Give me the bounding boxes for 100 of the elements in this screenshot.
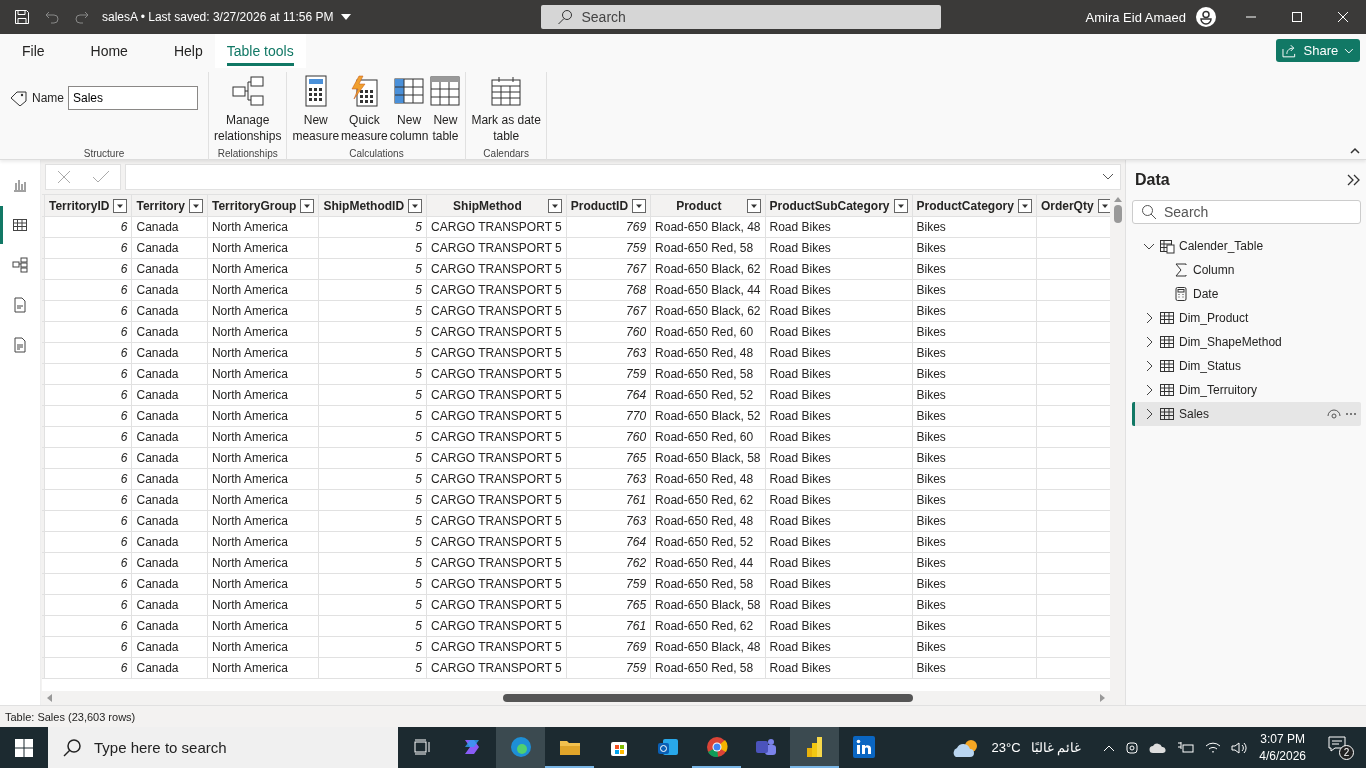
temperature[interactable]: 23°C bbox=[991, 740, 1021, 755]
tree-item[interactable]: Dim_Product bbox=[1132, 306, 1361, 330]
tree-item[interactable]: Sales bbox=[1132, 402, 1361, 426]
battery-icon[interactable] bbox=[1177, 740, 1196, 755]
column-header[interactable]: ShipMethod bbox=[426, 194, 567, 217]
taskbar-search-field[interactable]: Type here to search bbox=[48, 727, 398, 768]
dropdown-icon[interactable] bbox=[746, 198, 761, 213]
ribbon-tab[interactable]: File bbox=[10, 34, 57, 68]
table-cell: 759 bbox=[566, 657, 651, 679]
column-header[interactable]: TerritoryID bbox=[44, 194, 132, 217]
more-icon[interactable] bbox=[1345, 412, 1357, 416]
table-cell: CARGO TRANSPORT 5 bbox=[426, 216, 567, 238]
table-cell: Canada bbox=[131, 510, 208, 532]
tree-item[interactable]: Dim_ShapeMethod bbox=[1132, 330, 1361, 354]
check-icon[interactable] bbox=[92, 169, 110, 185]
column-header[interactable]: Territory bbox=[131, 194, 208, 217]
search-field[interactable]: Search bbox=[541, 5, 942, 29]
model-view-icon[interactable] bbox=[12, 257, 28, 273]
status-text: Table: Sales (23,603 rows) bbox=[5, 710, 136, 723]
tree-item[interactable]: Date bbox=[1132, 282, 1361, 306]
dropdown-icon[interactable] bbox=[300, 198, 315, 213]
tree-item[interactable]: Dim_Terruitory bbox=[1132, 378, 1361, 402]
close-icon[interactable] bbox=[1337, 11, 1349, 23]
redo-icon[interactable] bbox=[74, 9, 90, 25]
browser-icon[interactable] bbox=[509, 735, 532, 758]
table-icon bbox=[1159, 382, 1175, 398]
column-header[interactable]: ShipMethodID bbox=[318, 194, 427, 217]
ribbon-button[interactable]: Quick measure bbox=[340, 72, 389, 146]
ribbon-tab[interactable]: Help bbox=[161, 34, 215, 68]
dropdown-icon[interactable] bbox=[113, 198, 128, 213]
tree-item[interactable]: Column bbox=[1132, 258, 1361, 282]
table-view-icon[interactable] bbox=[12, 217, 28, 233]
scrollbar-thumb[interactable] bbox=[1113, 205, 1122, 223]
clock[interactable]: 3:07 PM 4/6/2026 bbox=[1259, 730, 1306, 765]
share-button[interactable]: Share bbox=[1276, 39, 1360, 62]
chevron-up-icon[interactable] bbox=[1103, 743, 1116, 752]
collapse-pane-icon[interactable] bbox=[1347, 174, 1361, 186]
column-icon bbox=[394, 78, 425, 104]
chevron-down-icon[interactable] bbox=[1102, 173, 1114, 181]
table-cell: Canada bbox=[131, 300, 208, 322]
dropdown-icon[interactable] bbox=[632, 198, 647, 213]
column-header[interactable]: ProductCategory bbox=[912, 194, 1037, 217]
lightning-calculator-icon bbox=[349, 75, 380, 107]
ribbon-button[interactable]: Manage relationships bbox=[213, 72, 283, 146]
report-icon[interactable] bbox=[12, 177, 28, 193]
weather-text[interactable]: غائم غالبًا bbox=[1030, 740, 1082, 755]
dropdown-icon[interactable] bbox=[408, 198, 423, 213]
task-view-icon[interactable] bbox=[413, 738, 432, 755]
tree-item[interactable]: Calender_Table bbox=[1132, 234, 1361, 258]
ribbon-button[interactable]: New column bbox=[388, 72, 430, 146]
dropdown-icon[interactable] bbox=[547, 198, 562, 213]
table-cell: Bikes bbox=[912, 510, 1037, 532]
notifications-button[interactable]: 2 bbox=[1328, 735, 1354, 760]
table-cell: North America bbox=[207, 468, 319, 490]
dropdown-icon[interactable] bbox=[1097, 198, 1110, 213]
collapse-icon[interactable] bbox=[1350, 147, 1360, 155]
table-cell: CARGO TRANSPORT 5 bbox=[426, 321, 567, 343]
ribbon-tab[interactable]: Home bbox=[78, 34, 140, 68]
chrome-icon[interactable] bbox=[705, 735, 728, 758]
script-view-icon[interactable] bbox=[12, 337, 28, 353]
dropdown-icon[interactable] bbox=[1017, 198, 1032, 213]
column-header[interactable]: OrderQty bbox=[1036, 194, 1110, 217]
bar-chart-icon[interactable] bbox=[804, 735, 825, 758]
camera-icon[interactable] bbox=[1125, 739, 1140, 756]
table-cell: 765 bbox=[566, 594, 651, 616]
column-header[interactable]: ProductSubCategory bbox=[765, 194, 912, 217]
table-cell: 5 bbox=[318, 384, 427, 406]
ribbon-button[interactable]: New table bbox=[429, 72, 462, 146]
scrollbar-thumb[interactable] bbox=[503, 694, 913, 702]
dropdown-icon[interactable] bbox=[188, 198, 203, 213]
maximize-icon[interactable] bbox=[1291, 11, 1303, 23]
avatar-icon[interactable] bbox=[1196, 7, 1216, 27]
eye-icon[interactable] bbox=[1327, 409, 1341, 419]
column-header[interactable]: TerritoryGroup bbox=[207, 194, 319, 217]
linkedin-icon[interactable] bbox=[852, 735, 875, 758]
windows-icon[interactable] bbox=[15, 738, 33, 757]
mail-icon[interactable] bbox=[656, 736, 679, 757]
scroll-up-icon[interactable] bbox=[1113, 196, 1122, 202]
save-icon[interactable] bbox=[14, 9, 30, 25]
column-header[interactable]: Product bbox=[650, 194, 765, 217]
table-cell: Bikes bbox=[912, 342, 1037, 364]
undo-icon[interactable] bbox=[44, 9, 60, 25]
caret-icon[interactable] bbox=[341, 13, 352, 21]
table-cell: Road-650 Black, 44 bbox=[650, 279, 765, 301]
speaker-icon[interactable] bbox=[1231, 740, 1250, 755]
scroll-left-icon[interactable] bbox=[46, 694, 52, 702]
scroll-right-icon[interactable] bbox=[1100, 694, 1106, 702]
dropdown-icon[interactable] bbox=[893, 198, 908, 213]
tree-item[interactable]: Dim_Status bbox=[1132, 354, 1361, 378]
column-header[interactable]: ProductID bbox=[566, 194, 651, 217]
name-field[interactable]: Sales bbox=[68, 86, 198, 110]
ribbon-button[interactable]: Mark as date table bbox=[470, 72, 542, 146]
search-field[interactable]: Search bbox=[1132, 200, 1361, 224]
formula-field[interactable] bbox=[125, 164, 1121, 190]
query-view-icon[interactable] bbox=[12, 297, 28, 313]
wifi-icon[interactable] bbox=[1205, 740, 1222, 755]
cloud-icon[interactable] bbox=[1149, 741, 1168, 754]
ribbon-tab[interactable]: Table tools bbox=[214, 34, 306, 68]
search-icon bbox=[62, 737, 82, 758]
ribbon-button[interactable]: New measure bbox=[291, 72, 341, 146]
